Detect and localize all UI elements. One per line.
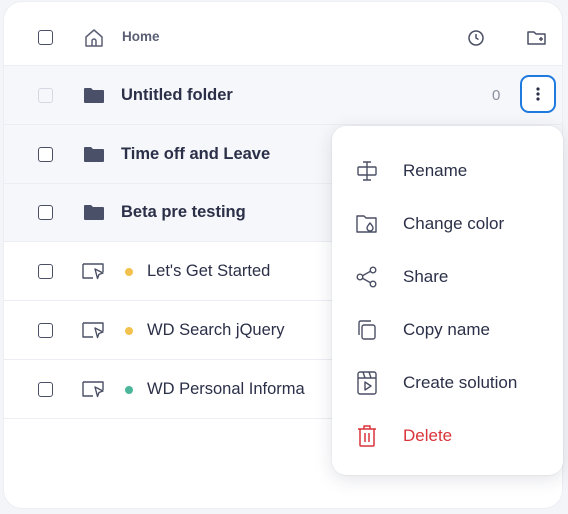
select-all-checkbox[interactable] (38, 30, 53, 45)
row-name[interactable]: WD Search jQuery (147, 321, 285, 340)
share-icon (354, 264, 380, 290)
menu-item-rename[interactable]: Rename (332, 149, 563, 193)
row-checkbox[interactable] (38, 264, 53, 279)
row-name[interactable]: Beta pre testing (121, 203, 246, 222)
copy-icon (354, 317, 380, 343)
row-name[interactable]: Time off and Leave (121, 145, 270, 164)
row-name[interactable]: Let's Get Started (147, 262, 270, 281)
row-checkbox[interactable] (38, 382, 53, 397)
row-checkbox[interactable] (38, 88, 53, 103)
status-dot (125, 268, 133, 276)
menu-item-delete[interactable]: Delete (332, 414, 563, 458)
folder-icon (82, 203, 106, 221)
header-row: Home (4, 8, 562, 66)
item-count: 0 (492, 87, 501, 104)
table-row[interactable]: Untitled folder 0 (4, 66, 562, 124)
menu-item-copy-name[interactable]: Copy name (332, 308, 563, 352)
menu-item-change-color[interactable]: Change color (332, 202, 563, 246)
row-checkbox[interactable] (38, 205, 53, 220)
status-dot (125, 386, 133, 394)
row-name[interactable]: Untitled folder (121, 86, 233, 105)
folder-icon (82, 86, 106, 104)
breadcrumb-home[interactable]: Home (122, 29, 160, 44)
color-folder-icon (354, 211, 380, 237)
flow-icon (80, 379, 108, 399)
trash-icon (354, 423, 380, 449)
folder-icon (82, 145, 106, 163)
status-dot (125, 327, 133, 335)
flow-icon (80, 261, 108, 281)
kebab-icon (536, 87, 540, 101)
row-checkbox[interactable] (38, 147, 53, 162)
home-icon[interactable] (82, 26, 106, 50)
row-checkbox[interactable] (38, 323, 53, 338)
flow-icon (80, 320, 108, 340)
new-folder-icon[interactable] (526, 27, 548, 49)
row-name[interactable]: WD Personal Informa (147, 380, 305, 399)
clock-icon[interactable] (466, 28, 486, 48)
menu-item-share[interactable]: Share (332, 255, 563, 299)
more-options-button[interactable] (520, 75, 556, 113)
solution-icon (354, 370, 380, 396)
menu-item-create-solution[interactable]: Create solution (332, 361, 563, 405)
context-menu: Rename Change color Share Copy name Crea… (332, 126, 563, 475)
rename-icon (354, 158, 380, 184)
